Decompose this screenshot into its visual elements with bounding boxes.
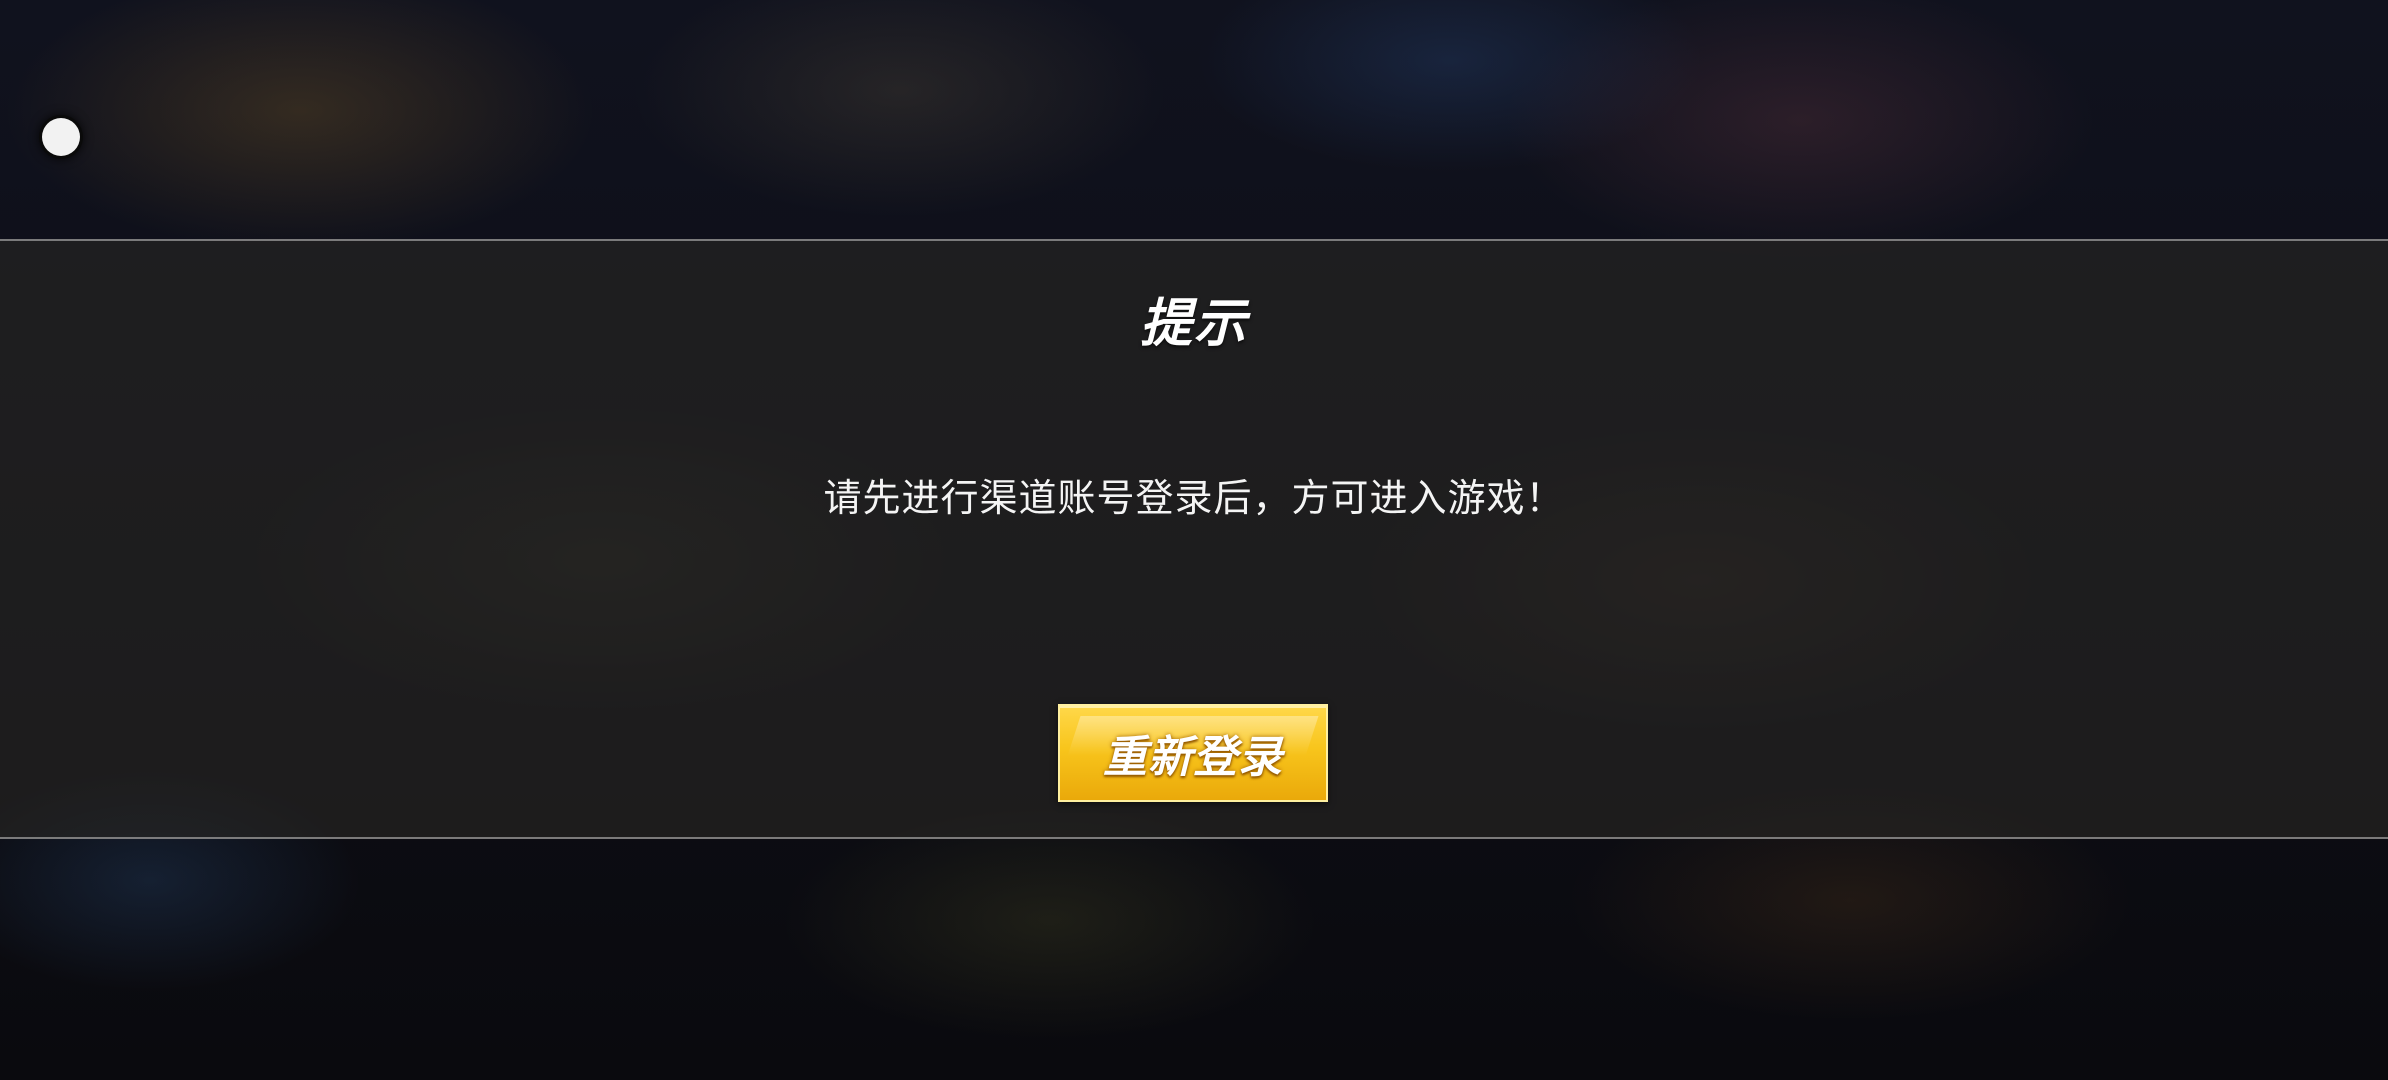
game-background: 提示 请先进行渠道账号登录后，方可进入游戏！ 重新登录 — [0, 0, 2388, 1080]
relogin-button[interactable]: 重新登录 — [1058, 704, 1328, 802]
floating-assist-button[interactable] — [39, 115, 83, 159]
dialog-title: 提示 — [1139, 294, 1248, 354]
dialog-message: 请先进行渠道账号登录后，方可进入游戏！ — [823, 476, 1565, 520]
relogin-button-label: 重新登录 — [1103, 732, 1283, 783]
assistive-touch-icon — [42, 118, 80, 156]
notice-dialog: 提示 请先进行渠道账号登录后，方可进入游戏！ 重新登录 — [0, 239, 2388, 839]
